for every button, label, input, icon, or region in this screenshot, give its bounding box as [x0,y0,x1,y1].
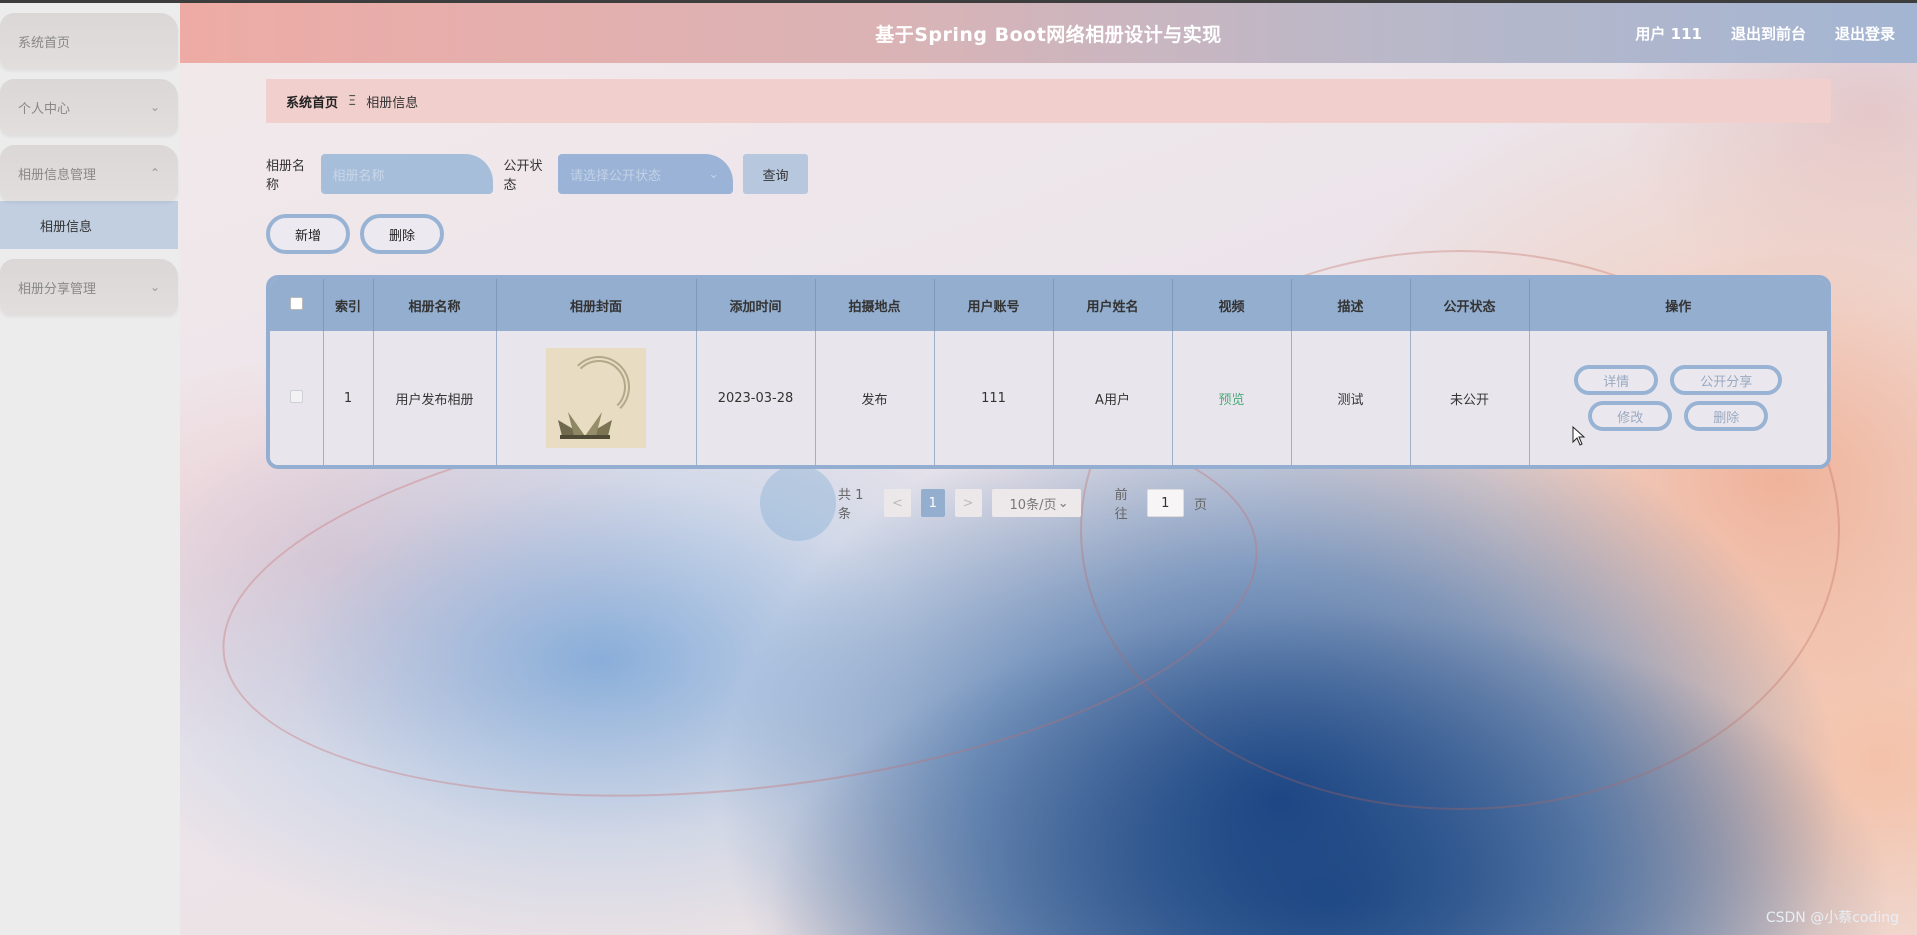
watermark: CSDN @小蔡coding [1765,910,1899,926]
chevron-down-icon: ⌄ [149,280,160,294]
select-all-checkbox[interactable] [289,296,303,310]
chevron-down-icon: ⌄ [1057,495,1069,511]
table-row: 1 用户发布相册 2023-03-28 发布 111 A用户 预览 测试 未公开… [270,331,1827,465]
page-size-value: 10条/页 [1009,497,1057,513]
cell-cover [496,331,697,465]
video-preview-link[interactable]: 预览 [1218,393,1244,408]
column-header: 公开状态 [1410,279,1530,331]
cell-description: 测试 [1291,331,1411,465]
column-header: 用户姓名 [1053,279,1173,331]
cell-account: 111 [934,331,1054,465]
chevron-down-icon: ⌄ [708,166,719,182]
breadcrumb-home[interactable]: 系统首页 [286,92,338,111]
mouse-cursor-icon [1572,426,1586,446]
cell-location: 发布 [815,331,935,465]
album-cover-image[interactable] [546,348,646,448]
back-to-front-link[interactable]: 退出到前台 [1731,23,1806,44]
album-name-input[interactable]: 相册名称 [320,154,494,194]
goto-page-input[interactable]: 1 [1146,489,1185,517]
column-header: 拍摄地点 [815,279,935,331]
add-button[interactable]: 新增 [266,214,350,254]
status-select[interactable]: 请选择公开状态 ⌄ [558,154,733,194]
column-header: 视频 [1172,279,1292,331]
column-header: 索引 [323,279,374,331]
row-checkbox[interactable] [289,389,303,403]
column-header: 描述 [1291,279,1411,331]
logout-link[interactable]: 退出登录 [1835,23,1895,44]
next-page-button[interactable]: > [954,489,982,517]
breadcrumb-separator-icon: Ξ [348,93,357,109]
sidebar-item-label: 相册信息管理 [18,167,97,183]
cell-index: 1 [323,331,374,465]
column-header: 相册封面 [496,279,697,331]
chevron-down-icon: ⌄ [149,100,160,114]
sidebar: 系统首页 个人中心 ⌄ 相册信息管理 ⌃ 相册信息 相册分享管理 ⌄ [0,3,180,935]
chevron-up-icon: ⌃ [149,166,160,180]
goto-label: 前往 [1114,488,1128,522]
cell-video: 预览 [1172,331,1292,465]
column-header: 用户账号 [934,279,1054,331]
public-share-button[interactable]: 公开分享 [1670,365,1783,395]
sidebar-item-label: 系统首页 [18,35,71,51]
table-actions: 新增 删除 [266,214,444,254]
cell-album-name: 用户发布相册 [373,331,497,465]
row-select-cell [270,331,324,465]
sidebar-subitem-label: 相册信息 [40,219,93,235]
table-header-row: 索引 相册名称 相册封面 添加时间 拍摄地点 用户账号 用户姓名 视频 描述 公… [270,279,1827,331]
cell-username: A用户 [1053,331,1173,465]
page-size-select[interactable]: 10条/页 ⌄ [991,489,1081,517]
window-top-border [0,0,1917,3]
column-header: 操作 [1529,279,1827,331]
breadcrumb-current: 相册信息 [366,95,419,111]
sidebar-item-personal-center[interactable]: 个人中心 ⌄ [0,79,178,135]
page-number-button[interactable]: 1 [920,489,945,517]
edit-button[interactable]: 修改 [1588,401,1673,431]
user-name-link[interactable]: 用户 111 [1635,23,1702,44]
query-button[interactable]: 查询 [742,154,809,194]
column-header: 相册名称 [373,279,497,331]
row-delete-button[interactable]: 删除 [1684,401,1769,431]
album-table: 索引 相册名称 相册封面 添加时间 拍摄地点 用户账号 用户姓名 视频 描述 公… [266,275,1831,469]
detail-button[interactable]: 详情 [1574,365,1659,395]
batch-delete-button[interactable]: 删除 [360,214,444,254]
top-header: 基于Spring Boot网络相册设计与实现 用户 111 退出到前台 退出登录 [180,3,1917,63]
select-all-cell [270,279,324,331]
album-name-label: 相册名称 [266,159,306,193]
total-count: 共 1 条 [838,488,864,522]
sidebar-item-label: 相册分享管理 [18,281,97,297]
sidebar-subitem-album-info[interactable]: 相册信息 [0,201,178,249]
search-form: 相册名称 相册名称 公开状态 请选择公开状态 ⌄ 查询 [266,154,809,194]
status-select-placeholder: 请选择公开状态 [570,168,662,184]
header-user-menu: 用户 111 退出到前台 退出登录 [1635,3,1895,63]
status-label: 公开状态 [503,159,543,193]
breadcrumb: 系统首页 Ξ 相册信息 [266,79,1831,123]
sidebar-item-share-management[interactable]: 相册分享管理 ⌄ [0,259,178,315]
cell-public-status: 未公开 [1410,331,1530,465]
sidebar-item-album-management[interactable]: 相册信息管理 ⌃ [0,145,178,201]
pagination: 共 1 条 < 1 > 10条/页 ⌄ 前往 1 页 [838,488,1208,522]
prev-page-button[interactable]: < [883,489,911,517]
column-header: 添加时间 [696,279,816,331]
goto-suffix: 页 [1194,497,1208,513]
cell-added-time: 2023-03-28 [696,331,816,465]
sidebar-item-label: 个人中心 [18,101,71,117]
sidebar-item-home[interactable]: 系统首页 [0,13,178,69]
